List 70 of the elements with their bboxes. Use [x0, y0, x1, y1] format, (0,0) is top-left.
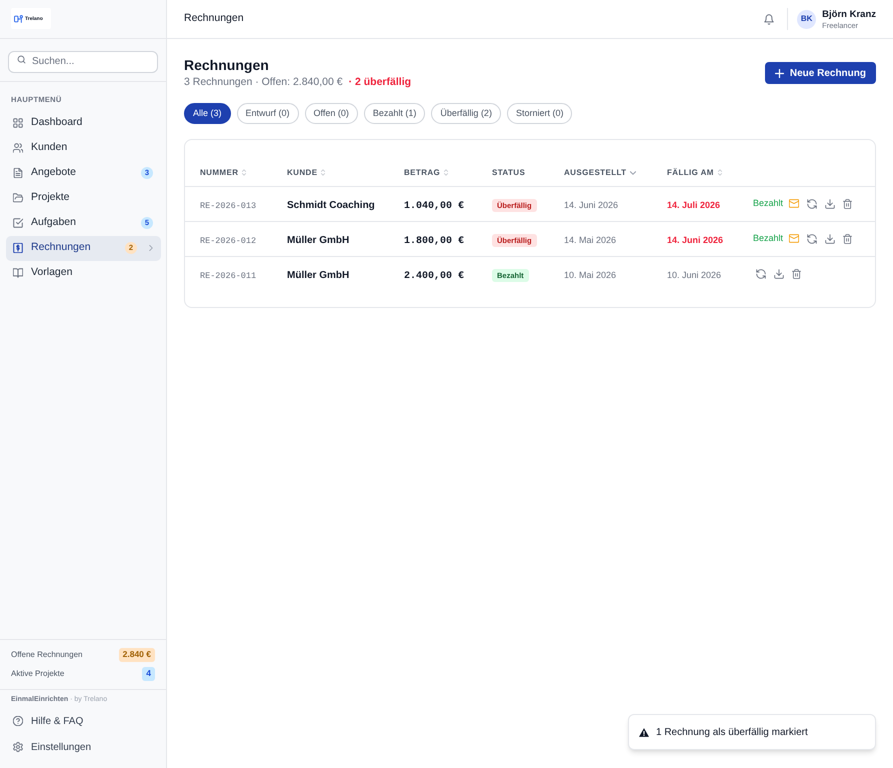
- due-date: 14. Juli 2026: [667, 200, 720, 210]
- nav-item[interactable]: Dashboard: [6, 110, 161, 136]
- plus-icon: [774, 68, 784, 78]
- settings-icon: [13, 742, 23, 752]
- invoice-icon: [13, 243, 23, 253]
- issue-date: 14. Juni 2026: [564, 200, 618, 210]
- invoice-number: RE-2026-013: [200, 200, 256, 210]
- stat-badge: 2.840 €: [118, 648, 155, 662]
- header-title: Rechnungen: [184, 11, 244, 26]
- amount: 1.040,00 €: [404, 200, 464, 212]
- column-header[interactable]: NUMMER: [200, 166, 238, 179]
- nav-item[interactable]: Projekte: [6, 186, 161, 210]
- footer-link[interactable]: Hilfe & FAQ: [6, 708, 161, 734]
- filter-tab[interactable]: Überfällig (2): [431, 103, 501, 124]
- customer-name: Müller GmbH: [287, 234, 350, 246]
- invoice-number: RE-2026-011: [200, 270, 256, 281]
- stat-label: Aktive Projekte: [11, 668, 64, 680]
- warning-icon: [639, 728, 649, 736]
- download-icon[interactable]: [825, 234, 836, 244]
- book-icon: [13, 268, 23, 278]
- issue-date: 14. Mai 2026: [564, 234, 616, 244]
- overdue-count: · 2 überfällig: [348, 75, 412, 89]
- folder-icon: [13, 193, 23, 203]
- amount: 2.400,00 €: [404, 270, 464, 282]
- help-icon: [13, 716, 23, 726]
- logo-icon: [14, 14, 23, 22]
- user-name: Björn Kranz: [822, 8, 876, 20]
- trash-icon[interactable]: [843, 234, 852, 244]
- amount: 1.800,00 €: [404, 236, 464, 246]
- trash-icon[interactable]: [843, 198, 852, 208]
- nav-item[interactable]: Vorlagen: [6, 260, 161, 286]
- customer-name: Schmidt Coaching: [287, 200, 375, 210]
- checkbox-icon: [13, 218, 23, 228]
- filter-tab[interactable]: Entwurf (0): [236, 103, 299, 124]
- due-date: 10. Juni 2026: [667, 270, 722, 280]
- filter-tab[interactable]: Storniert (0): [506, 103, 572, 124]
- bell-icon[interactable]: [764, 14, 774, 24]
- chevron-right-icon: [149, 245, 153, 251]
- summary-text: 3 Rechnungen · Offen: 2.840,00 €: [184, 75, 343, 89]
- avatar: BK: [797, 10, 816, 28]
- filter-tab[interactable]: Bezahlt (1): [364, 103, 426, 124]
- search-field[interactable]: Suchen...: [8, 50, 158, 72]
- grid-icon: [13, 118, 23, 128]
- download-icon[interactable]: [774, 268, 784, 279]
- toast-message: 1 Rechnung als überfällig markiert: [656, 726, 808, 740]
- refresh-icon[interactable]: [756, 268, 766, 279]
- page-title: Rechnungen: [184, 56, 270, 74]
- column-header[interactable]: KUNDE: [287, 166, 318, 179]
- download-icon[interactable]: [825, 198, 836, 208]
- users-icon: [13, 143, 23, 153]
- column-header[interactable]: FÄLLIG AM: [667, 166, 714, 179]
- column-header[interactable]: AUSGESTELLT: [564, 166, 626, 179]
- stat-label: Offene Rechnungen: [11, 648, 82, 660]
- issue-date: 10. Mai 2026: [564, 270, 616, 280]
- document-icon: [13, 168, 23, 178]
- footer-link[interactable]: Einstellungen: [6, 734, 161, 760]
- invoice-number: RE-2026-012: [200, 236, 256, 246]
- new-invoice-button[interactable]: Neue Rechnung: [764, 62, 876, 84]
- nav-item[interactable]: Kunden: [6, 136, 161, 160]
- due-date: 14. Juni 2026: [667, 234, 724, 244]
- filter-tab[interactable]: Alle (3): [184, 103, 231, 124]
- refresh-icon[interactable]: [807, 198, 818, 208]
- filter-tab[interactable]: Offen (0): [304, 103, 358, 124]
- trash-icon[interactable]: [792, 268, 801, 279]
- column-header[interactable]: BETRAG: [404, 166, 440, 179]
- search-icon: [17, 54, 26, 64]
- customer-name: Müller GmbH: [287, 270, 350, 281]
- stat-badge: 4: [142, 666, 155, 680]
- column-header: STATUS: [492, 166, 526, 179]
- refresh-icon[interactable]: [807, 234, 818, 244]
